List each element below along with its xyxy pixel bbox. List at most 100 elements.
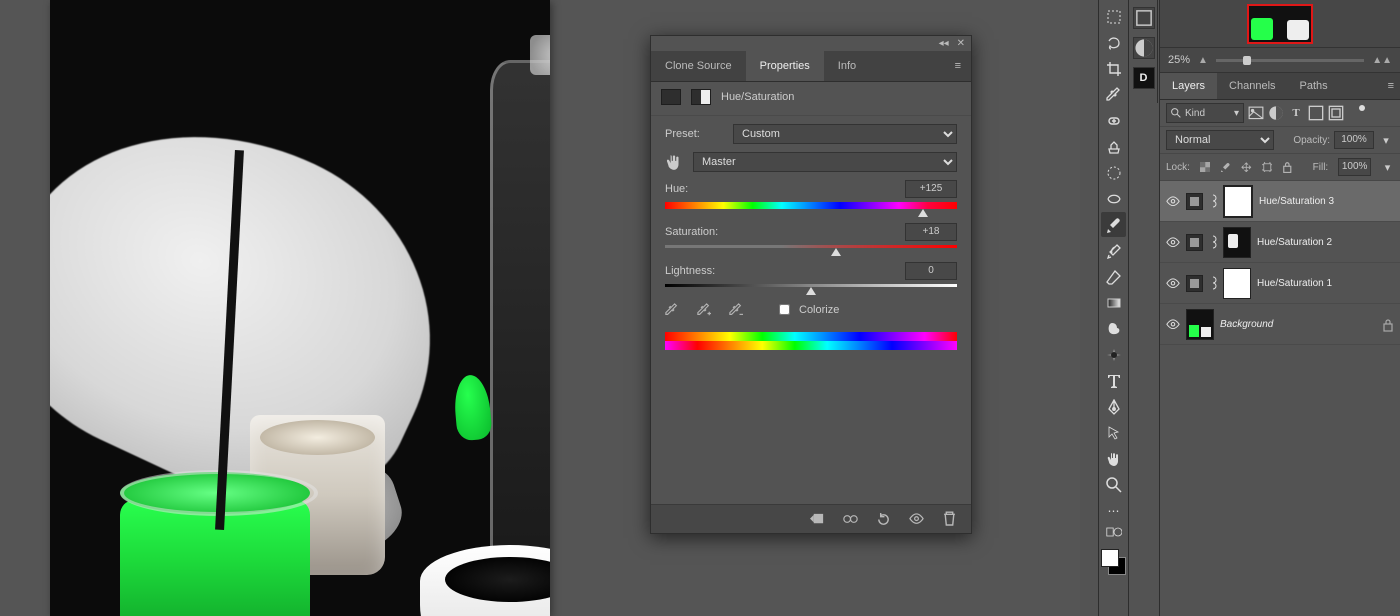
opacity-value[interactable]: 100% [1334,131,1374,149]
visibility-toggle-icon[interactable] [1166,235,1180,249]
path-selection-tool-icon[interactable] [1101,420,1126,445]
lightness-slider-knob[interactable] [806,287,816,295]
patch-tool-icon[interactable] [1101,186,1126,211]
saturation-value[interactable]: +18 [905,223,957,241]
background-thumb[interactable] [1186,309,1214,340]
mask-link-icon[interactable] [1209,276,1217,290]
eyedropper-add-icon[interactable] [697,303,711,317]
eraser-tool-icon[interactable] [1101,264,1126,289]
eyedropper-tool-icon[interactable] [1101,82,1126,107]
lightness-slider[interactable] [665,284,957,287]
lock-position-icon[interactable] [1241,161,1252,174]
close-icon[interactable]: ✕ [957,38,965,49]
colorize-input[interactable] [779,304,790,315]
gradient-tool-icon[interactable] [1101,290,1126,315]
marquee-tool-icon[interactable] [1101,4,1126,29]
crop-tool-icon[interactable] [1101,56,1126,81]
healing-brush-tool-icon[interactable] [1101,108,1126,133]
zoom-tool-icon[interactable] [1101,472,1126,497]
layers-menu-icon[interactable]: ≡ [1382,73,1400,99]
hand-tool-icon[interactable] [1101,446,1126,471]
libraries-panel-icon[interactable]: D [1133,67,1155,89]
lock-icon[interactable] [1382,318,1394,330]
zoom-in-icon[interactable]: ▲▲ [1372,55,1392,66]
layer-name[interactable]: Hue/Saturation 3 [1259,196,1334,207]
layer-filter-kind[interactable]: Kind ▾ [1166,103,1244,123]
adjustments-panel-icon[interactable] [1133,37,1155,59]
zoom-value[interactable]: 25% [1168,54,1190,66]
filter-toggle-icon[interactable] [1348,106,1364,120]
hue-slider[interactable] [665,202,957,209]
type-tool-icon[interactable] [1101,368,1126,393]
dodge-tool-icon[interactable] [1101,342,1126,367]
eyedropper-icon[interactable] [665,303,679,317]
lock-transparency-icon[interactable] [1200,161,1211,174]
filter-smart-icon[interactable] [1328,106,1344,120]
zoom-out-icon[interactable]: ▲ [1198,55,1208,66]
visibility-toggle-icon[interactable] [1166,317,1180,331]
smudge-tool-icon[interactable] [1101,316,1126,341]
quick-selection-tool-icon[interactable] [1101,160,1126,185]
tab-info[interactable]: Info [824,51,870,81]
lightness-value[interactable]: 0 [905,262,957,280]
visibility-icon[interactable] [909,512,924,526]
filter-adjustment-icon[interactable] [1268,106,1284,120]
saturation-slider[interactable] [665,245,957,248]
trash-icon[interactable] [942,512,957,526]
view-previous-state-icon[interactable] [843,512,858,526]
preset-select[interactable]: Custom [733,124,957,144]
foreground-color[interactable] [1101,549,1119,567]
layer-row[interactable]: Hue/Saturation 3 [1160,181,1400,222]
layer-name[interactable]: Hue/Saturation 1 [1257,278,1332,289]
tab-channels[interactable]: Channels [1217,73,1287,99]
pen-tool-icon[interactable] [1101,394,1126,419]
history-brush-tool-icon[interactable] [1101,238,1126,263]
layer-name[interactable]: Background [1220,319,1273,330]
zoom-slider[interactable] [1216,59,1364,62]
fill-dropdown-icon[interactable]: ▾ [1381,160,1394,174]
eyedropper-subtract-icon[interactable] [729,303,743,317]
clip-to-layer-icon[interactable] [810,512,825,526]
tab-properties[interactable]: Properties [746,51,824,81]
lock-artboard-icon[interactable] [1262,161,1273,174]
filter-pixel-icon[interactable] [1248,106,1264,120]
lasso-tool-icon[interactable] [1101,30,1126,55]
hue-slider-knob[interactable] [918,209,928,217]
lock-all-icon[interactable] [1282,161,1293,174]
tab-clone-source[interactable]: Clone Source [651,51,746,81]
channel-select[interactable]: Master [693,152,957,172]
fill-value[interactable]: 100% [1338,158,1371,176]
layer-mask-icon[interactable] [691,89,711,105]
color-swatches[interactable] [1101,549,1126,575]
mask-link-icon[interactable] [1209,194,1217,208]
layer-mask-thumb[interactable] [1223,185,1253,218]
layer-row[interactable]: Background [1160,304,1400,345]
visibility-toggle-icon[interactable] [1166,194,1180,208]
filter-type-icon[interactable]: T [1288,106,1304,120]
layer-row[interactable]: Hue/Saturation 1 [1160,263,1400,304]
panel-menu-icon[interactable]: ≡ [945,60,971,72]
brush-tool-icon[interactable] [1101,212,1126,237]
hue-range-bar[interactable] [665,332,957,350]
colorize-checkbox[interactable]: Colorize [775,301,839,318]
visibility-toggle-icon[interactable] [1166,276,1180,290]
reset-icon[interactable] [876,512,891,526]
layer-mask-thumb[interactable] [1223,227,1251,258]
blend-mode-select[interactable]: Normal [1166,130,1274,150]
mask-link-icon[interactable] [1209,235,1217,249]
layer-mask-thumb[interactable] [1223,268,1251,299]
targeted-adjust-tool-icon[interactable] [665,153,683,171]
layer-row[interactable]: Hue/Saturation 2 [1160,222,1400,263]
layer-name[interactable]: Hue/Saturation 2 [1257,237,1332,248]
clone-stamp-tool-icon[interactable] [1101,134,1126,159]
navigator-thumbnail[interactable] [1247,4,1313,44]
tab-paths[interactable]: Paths [1288,73,1340,99]
more-tools-icon[interactable]: ⋯ [1101,498,1126,523]
opacity-dropdown-icon[interactable]: ▾ [1378,133,1394,147]
filter-shape-icon[interactable] [1308,106,1324,120]
lock-pixels-icon[interactable] [1220,161,1231,174]
collapse-icon[interactable]: ◂◂ [939,38,949,49]
tab-layers[interactable]: Layers [1160,73,1217,99]
document-image[interactable] [50,0,550,616]
quick-mask-icon[interactable] [1101,524,1126,540]
